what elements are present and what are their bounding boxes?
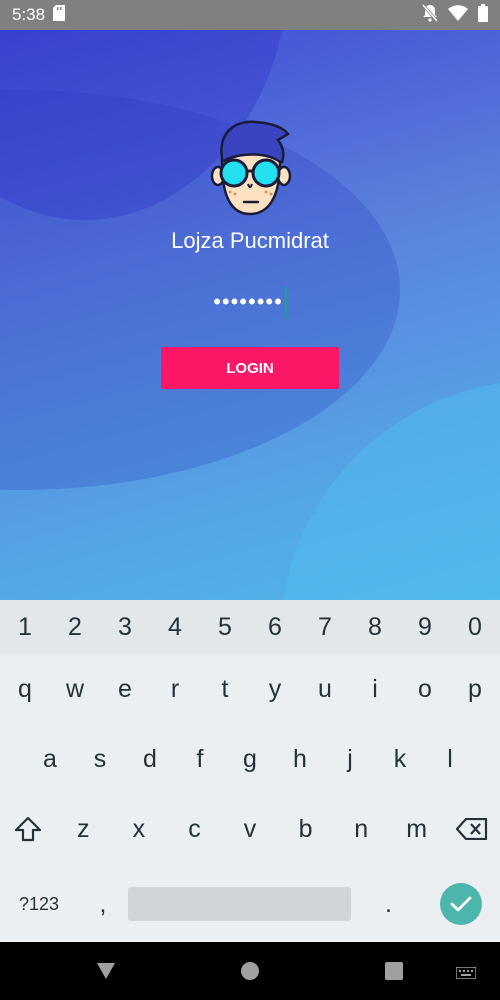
check-icon (450, 896, 472, 912)
backspace-key[interactable] (445, 794, 500, 864)
key-h[interactable]: h (275, 724, 325, 794)
password-field[interactable]: •••••••• (160, 284, 340, 320)
shift-icon (14, 816, 41, 842)
key-3[interactable]: 3 (100, 600, 150, 654)
username-label: Lojza Pucmidrat (171, 228, 329, 253)
keyboard: 1 2 3 4 5 6 7 8 9 0 q w e r t y u i o p … (0, 600, 500, 942)
login-screen: Lojza Pucmidrat •••••••• LOGIN (0, 30, 500, 600)
key-9[interactable]: 9 (400, 600, 450, 654)
enter-key[interactable] (426, 883, 496, 925)
back-icon[interactable] (96, 962, 116, 985)
key-4[interactable]: 4 (150, 600, 200, 654)
key-q[interactable]: q (0, 654, 50, 724)
sd-card-icon (53, 4, 66, 26)
status-icons (421, 3, 488, 27)
key-c[interactable]: c (167, 794, 223, 864)
avatar (210, 120, 292, 216)
key-x[interactable]: x (111, 794, 167, 864)
key-y[interactable]: y (250, 654, 300, 724)
shift-key[interactable] (0, 794, 56, 864)
key-k[interactable]: k (375, 724, 425, 794)
login-button[interactable]: LOGIN (161, 347, 339, 389)
number-row: 1 2 3 4 5 6 7 8 9 0 (0, 600, 500, 654)
home-icon[interactable] (241, 962, 259, 985)
key-p[interactable]: p (450, 654, 500, 724)
key-5[interactable]: 5 (200, 600, 250, 654)
status-time: 5:38 (12, 5, 46, 24)
key-m[interactable]: m (389, 794, 445, 864)
key-e[interactable]: e (100, 654, 150, 724)
text-cursor (284, 286, 287, 318)
key-1[interactable]: 1 (0, 600, 50, 654)
letter-row-1: q w e r t y u i o p (0, 654, 500, 724)
bottom-row: ?123 , . (0, 864, 500, 944)
key-z[interactable]: z (56, 794, 112, 864)
key-7[interactable]: 7 (300, 600, 350, 654)
key-2[interactable]: 2 (50, 600, 100, 654)
notifications-off-icon (421, 3, 439, 27)
key-s[interactable]: s (75, 724, 125, 794)
key-b[interactable]: b (278, 794, 334, 864)
enter-button[interactable] (440, 883, 482, 925)
key-a[interactable]: a (25, 724, 75, 794)
status-bar: 5:38 (0, 0, 500, 30)
space-key[interactable] (128, 887, 351, 921)
key-f[interactable]: f (175, 724, 225, 794)
wifi-icon (448, 4, 468, 26)
key-0[interactable]: 0 (450, 600, 500, 654)
comma-key[interactable]: , (78, 890, 128, 919)
key-8[interactable]: 8 (350, 600, 400, 654)
key-u[interactable]: u (300, 654, 350, 724)
symbols-key[interactable]: ?123 (0, 894, 78, 915)
key-o[interactable]: o (400, 654, 450, 724)
key-r[interactable]: r (150, 654, 200, 724)
key-6[interactable]: 6 (250, 600, 300, 654)
password-value: •••••••• (213, 289, 283, 314)
key-t[interactable]: t (200, 654, 250, 724)
keyboard-switch-icon[interactable] (455, 966, 477, 984)
key-v[interactable]: v (222, 794, 278, 864)
navigation-bar (0, 942, 500, 1000)
backspace-icon (456, 818, 488, 840)
key-i[interactable]: i (350, 654, 400, 724)
key-w[interactable]: w (50, 654, 100, 724)
key-j[interactable]: j (325, 724, 375, 794)
letter-row-3: z x c v b n m (0, 794, 500, 864)
key-d[interactable]: d (125, 724, 175, 794)
key-g[interactable]: g (225, 724, 275, 794)
recents-icon[interactable] (385, 962, 403, 985)
period-key[interactable]: . (351, 890, 426, 919)
letter-row-2: a s d f g h j k l (0, 724, 500, 794)
key-n[interactable]: n (333, 794, 389, 864)
battery-icon (478, 3, 488, 27)
key-l[interactable]: l (425, 724, 475, 794)
